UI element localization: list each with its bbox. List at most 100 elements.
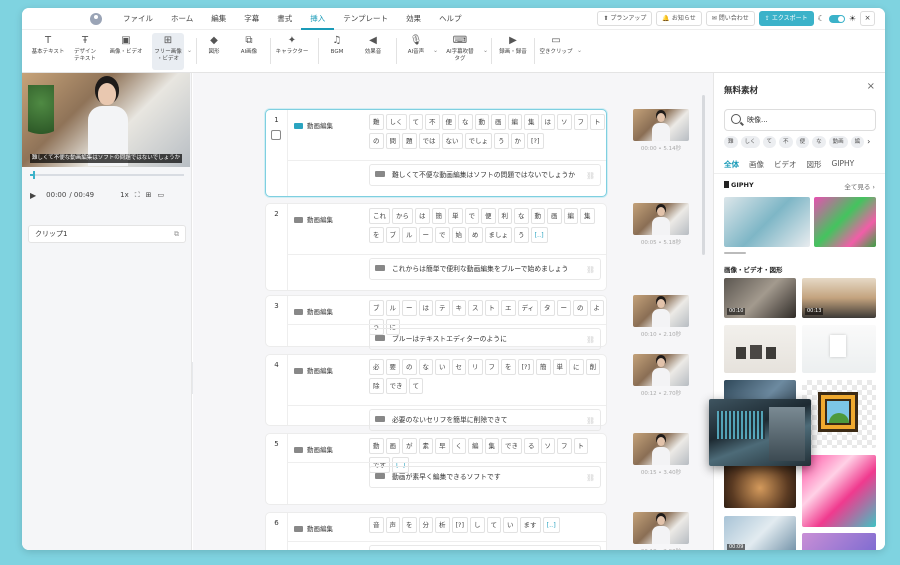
- link-icon[interactable]: ⛓: [586, 471, 595, 485]
- word-token[interactable]: [?]: [527, 133, 544, 149]
- ai-voice-tool[interactable]: 🎙 AI音声: [402, 33, 430, 70]
- word-token[interactable]: エ: [501, 300, 516, 316]
- word-token[interactable]: [?]: [451, 517, 469, 533]
- media-thumbnail[interactable]: [802, 533, 876, 550]
- word-token[interactable]: し: [470, 517, 485, 533]
- play-icon[interactable]: ▶: [30, 191, 36, 200]
- keyword-chip[interactable]: 不: [779, 136, 793, 148]
- word-token[interactable]: 動: [369, 438, 384, 454]
- word-token[interactable]: の: [369, 133, 384, 149]
- menu-effects[interactable]: 効果: [397, 8, 430, 30]
- fit-screen-icon[interactable]: ⛶: [135, 191, 140, 200]
- word-token[interactable]: 声: [385, 517, 400, 533]
- word-token[interactable]: 集: [580, 208, 595, 224]
- subtitle-sentence[interactable]: 難しくて不便な動画編集はソフトの問題ではないでしょうか ⛓: [369, 164, 601, 186]
- giphy-thumbnail[interactable]: [724, 197, 810, 247]
- subtitle-sentence[interactable]: 音声を分析しています⛓: [369, 545, 601, 550]
- shape-tool[interactable]: ◆ 図形: [202, 33, 226, 70]
- word-token[interactable]: 始: [451, 227, 466, 243]
- tab-shape[interactable]: 図形: [807, 159, 822, 170]
- row-thumbnail[interactable]: [633, 354, 689, 386]
- word-token[interactable]: セ: [451, 359, 466, 375]
- word-token[interactable]: 集: [484, 438, 499, 454]
- asset-search-input[interactable]: 映像...: [724, 109, 876, 131]
- word-token[interactable]: [..]: [542, 517, 560, 533]
- word-token[interactable]: でき: [501, 438, 522, 454]
- media-thumbnail[interactable]: 00:09: [724, 516, 796, 550]
- word-token[interactable]: 単: [448, 208, 463, 224]
- subtitle-sentence[interactable]: 必要のないセリフを簡単に削除できて ⛓: [369, 409, 601, 431]
- tab-giphy[interactable]: GIPHY: [832, 159, 855, 170]
- word-token[interactable]: 便: [481, 208, 496, 224]
- contact-button[interactable]: ✉ 問い合わせ: [705, 11, 755, 26]
- word-token[interactable]: て: [408, 378, 423, 394]
- keyword-chip[interactable]: 便: [795, 136, 810, 148]
- word-token[interactable]: これ: [369, 208, 390, 224]
- export-button[interactable]: ⇪ エクスポート: [758, 11, 814, 26]
- word-token[interactable]: 難: [369, 114, 384, 130]
- word-token[interactable]: キ: [451, 300, 466, 316]
- menu-format[interactable]: 書式: [268, 8, 301, 30]
- image-shape-thumbnail[interactable]: [802, 380, 876, 448]
- keyword-chip[interactable]: 難: [724, 136, 738, 148]
- external-link-icon[interactable]: ⧉: [174, 226, 179, 242]
- script-row[interactable]: 6 動画編集 音声を分析[?]しています[..] 音声を分析しています⛓: [265, 512, 607, 550]
- word-token[interactable]: 不: [425, 114, 440, 130]
- word-token[interactable]: ー: [402, 300, 417, 316]
- word-token[interactable]: から: [392, 208, 413, 224]
- link-icon[interactable]: ⛓: [586, 263, 595, 277]
- close-icon[interactable]: ×: [867, 81, 875, 92]
- word-token[interactable]: を: [501, 359, 516, 375]
- word-token[interactable]: な: [418, 359, 433, 375]
- word-token[interactable]: は: [540, 114, 555, 130]
- row-thumbnail[interactable]: [633, 512, 689, 544]
- word-token[interactable]: る: [524, 438, 539, 454]
- subtitle-sentence[interactable]: 動画が素早く編集できるソフトです ⛓: [369, 466, 601, 488]
- ai-image-tool[interactable]: ⧉ AI画像: [236, 33, 262, 70]
- row-checkbox[interactable]: [271, 130, 281, 140]
- word-token[interactable]: しく: [385, 114, 407, 130]
- design-text-tool[interactable]: Ŧ デザイン テキスト: [70, 33, 100, 70]
- word-token[interactable]: [?]: [517, 359, 535, 375]
- word-token[interactable]: か: [510, 133, 525, 149]
- empty-clip-tool[interactable]: ▭ 空きクリップ: [538, 33, 574, 70]
- ai-dubbing-tool[interactable]: ⌨ AI字幕吹替 タグ: [440, 33, 480, 70]
- word-token[interactable]: て: [486, 517, 502, 533]
- word-token[interactable]: [..]: [530, 227, 548, 243]
- word-token[interactable]: 削: [585, 359, 601, 375]
- speed-button[interactable]: 1x: [120, 191, 129, 199]
- word-token[interactable]: ト: [590, 114, 605, 130]
- keyword-chip[interactable]: 編: [850, 136, 865, 148]
- link-icon[interactable]: ⛓: [586, 333, 595, 347]
- word-token[interactable]: テ: [435, 300, 450, 316]
- clip-item[interactable]: クリップ1 ⧉: [28, 225, 186, 243]
- word-token[interactable]: は: [418, 300, 433, 316]
- word-token[interactable]: ト: [484, 300, 499, 316]
- word-token[interactable]: でき: [385, 378, 407, 394]
- user-avatar-icon[interactable]: [90, 13, 102, 25]
- word-token[interactable]: い: [435, 359, 450, 375]
- word-token[interactable]: 集: [524, 114, 539, 130]
- word-token[interactable]: フ: [573, 114, 588, 130]
- grid-icon[interactable]: ⊞: [146, 191, 152, 199]
- keyword-chip[interactable]: て: [762, 136, 777, 148]
- word-token[interactable]: 要: [385, 359, 400, 375]
- plan-up-button[interactable]: ⬆ プランアップ: [597, 11, 653, 26]
- menu-help[interactable]: ヘルプ: [430, 8, 471, 30]
- free-image-tool[interactable]: ⊞ フリー画像 ・ビデオ: [152, 33, 184, 70]
- word-token[interactable]: う: [494, 133, 509, 149]
- word-token[interactable]: ます: [519, 517, 541, 533]
- word-token[interactable]: ない: [441, 133, 463, 149]
- row-thumbnail[interactable]: [633, 203, 689, 235]
- word-token[interactable]: の: [573, 300, 588, 316]
- word-token[interactable]: 素: [418, 438, 433, 454]
- menu-insert[interactable]: 挿入: [301, 8, 335, 30]
- giphy-thumbnail[interactable]: [814, 197, 876, 247]
- video-preview[interactable]: 難しくて不便な動画編集はソフトの問題ではないでしょうか: [22, 73, 190, 167]
- aspect-ratio-icon[interactable]: ▭: [158, 191, 165, 199]
- word-token[interactable]: 除: [369, 378, 384, 394]
- word-token[interactable]: 編: [507, 114, 522, 130]
- keyword-chip[interactable]: な: [812, 136, 826, 148]
- word-token[interactable]: に: [569, 359, 584, 375]
- word-token[interactable]: 動: [474, 114, 489, 130]
